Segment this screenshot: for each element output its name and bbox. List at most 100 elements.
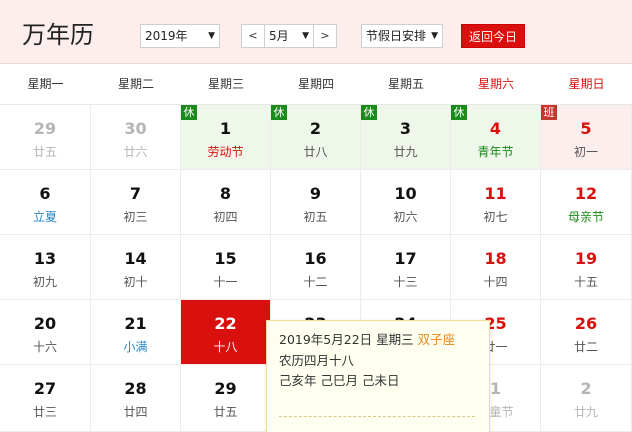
day-number: 19	[574, 249, 598, 268]
day-number: 26	[574, 314, 598, 333]
lunar-label: 劳动节	[207, 145, 244, 159]
chevron-down-icon: ▼	[302, 31, 309, 41]
lunar-label: 廿九	[393, 145, 418, 159]
day-number: 29	[33, 119, 57, 138]
lunar-label: 母亲节	[567, 210, 604, 224]
holiday-value: 节假日安排	[366, 29, 427, 43]
lunar-label: 廿二	[573, 340, 598, 354]
chevron-down-icon: ▼	[208, 31, 215, 41]
day-number: 8	[219, 184, 232, 203]
year-value: 2019年	[145, 29, 188, 43]
day-cell[interactable]: 休 1 劳动节	[181, 105, 271, 170]
weekday-label: 星期三	[207, 77, 244, 91]
tooltip-lunar: 农历四月十八	[279, 353, 355, 368]
day-cell[interactable]: 26 廿二	[541, 300, 632, 365]
lunar-label: 初十	[123, 275, 148, 289]
day-cell[interactable]: 29 廿五	[0, 105, 91, 170]
weekday-label: 星期二	[117, 77, 154, 91]
lunar-label: 廿六	[123, 145, 148, 159]
lunar-label: 十五	[573, 275, 598, 289]
year-select[interactable]: 2019年 ▼	[140, 24, 220, 48]
lunar-label: 十三	[393, 275, 418, 289]
day-number: 5	[580, 119, 592, 138]
next-month-button[interactable]: >	[313, 24, 337, 48]
day-cell[interactable]: 12 母亲节	[541, 170, 632, 235]
back-to-today-button[interactable]: 返回今日	[461, 24, 525, 48]
lunar-label: 立夏	[32, 210, 57, 224]
weekday-label: 星期六	[477, 77, 514, 91]
day-cell[interactable]: 20 十六	[0, 300, 91, 365]
prev-month-button[interactable]: <	[241, 24, 265, 48]
day-cell[interactable]: 29 廿五	[181, 365, 271, 432]
day-number: 28	[124, 379, 147, 398]
tooltip-divider	[279, 416, 475, 417]
day-number: 2	[580, 379, 592, 398]
day-cell[interactable]: 2 廿九	[541, 365, 632, 432]
day-cell[interactable]: 6 立夏	[0, 170, 91, 235]
day-cell[interactable]: 21 小满	[91, 300, 181, 365]
day-number: 6	[39, 184, 51, 203]
holiday-select[interactable]: 节假日安排 ▼	[361, 24, 443, 48]
day-number: 18	[484, 249, 507, 268]
day-cell[interactable]: 7 初三	[91, 170, 181, 235]
lunar-label: 廿五	[213, 405, 238, 419]
day-number: 3	[399, 119, 412, 138]
lunar-label: 初七	[483, 210, 508, 224]
day-number: 20	[33, 314, 57, 333]
lunar-label: 十二	[303, 275, 328, 289]
month-value: 5月	[269, 29, 289, 43]
lunar-label: 初六	[393, 210, 418, 224]
day-cell-selected[interactable]: 22 十八	[181, 300, 271, 365]
day-cell[interactable]: 11 初七	[451, 170, 541, 235]
weekday-header: 星期一 星期二 星期三 星期四 星期五 星期六 星期日	[0, 64, 632, 105]
weekday-label: 星期五	[387, 77, 424, 91]
day-number: 30	[124, 119, 147, 138]
day-cell[interactable]: 16 十二	[271, 235, 361, 300]
day-number: 14	[124, 249, 147, 268]
day-cell[interactable]: 27 廿三	[0, 365, 91, 432]
lunar-label: 廿九	[573, 405, 598, 419]
day-number: 22	[214, 314, 237, 333]
work-day-badge: 班	[541, 105, 557, 120]
day-cell[interactable]: 休 2 廿八	[271, 105, 361, 170]
day-cell[interactable]: 28 廿四	[91, 365, 181, 432]
day-cell[interactable]: 班 5 初一	[541, 105, 632, 170]
day-cell[interactable]: 14 初十	[91, 235, 181, 300]
rest-day-badge: 休	[271, 105, 287, 120]
month-select[interactable]: 5月 ▼	[265, 24, 313, 48]
tooltip-ganzhi: 己亥年 己巳月 己未日	[279, 373, 400, 388]
day-cell[interactable]: 休 3 廿九	[361, 105, 451, 170]
rest-day-badge: 休	[181, 105, 197, 120]
tooltip-zodiac: 双子座	[417, 332, 456, 347]
lunar-label: 初一	[573, 145, 598, 159]
lunar-label: 初三	[123, 210, 148, 224]
day-cell[interactable]: 休 4 青年节	[451, 105, 541, 170]
lunar-label: 初四	[213, 210, 238, 224]
day-number: 17	[394, 249, 417, 268]
chevron-down-icon: ▼	[431, 31, 438, 41]
lunar-label: 初五	[303, 210, 328, 224]
lunar-label: 十六	[32, 340, 57, 354]
day-cell[interactable]: 10 初六	[361, 170, 451, 235]
day-cell[interactable]: 17 十三	[361, 235, 451, 300]
lunar-label: 廿八	[303, 145, 328, 159]
day-cell[interactable]: 18 十四	[451, 235, 541, 300]
weekday-label: 星期四	[297, 77, 334, 91]
day-cell[interactable]: 9 初五	[271, 170, 361, 235]
weekday-label: 星期日	[568, 77, 605, 91]
day-number: 21	[124, 314, 147, 333]
page-title: 万年历	[22, 21, 94, 49]
day-cell[interactable]: 13 初九	[0, 235, 91, 300]
day-cell[interactable]: 15 十一	[181, 235, 271, 300]
day-cell[interactable]: 30 廿六	[91, 105, 181, 170]
rest-day-badge: 休	[361, 105, 377, 120]
day-cell[interactable]: 8 初四	[181, 170, 271, 235]
day-number: 16	[304, 249, 327, 268]
lunar-label: 小满	[123, 340, 148, 354]
day-cell[interactable]: 19 十五	[541, 235, 632, 300]
lunar-label: 廿五	[32, 145, 57, 159]
day-number: 2	[309, 119, 322, 138]
calendar-header: 万年历 2019年 ▼ < 5月 ▼ > 节假日安排 ▼ 返回今日	[0, 0, 632, 64]
day-number: 4	[489, 119, 502, 138]
date-detail-tooltip: 2019年5月22日 星期三 双子座 农历四月十八 己亥年 己巳月 己未日	[266, 320, 490, 432]
